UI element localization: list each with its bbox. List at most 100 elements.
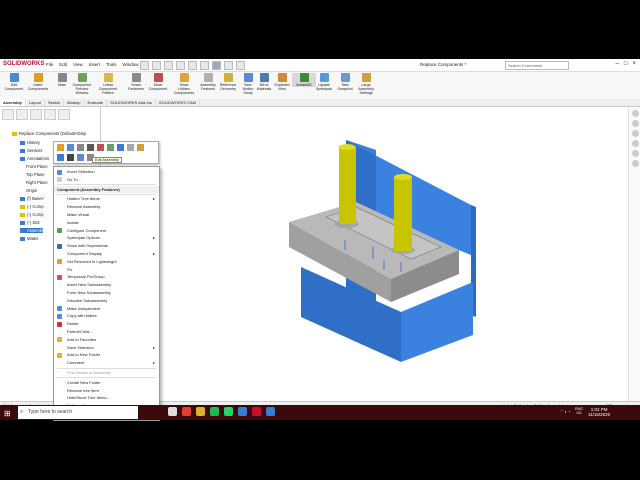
tree-item-origin[interactable]: Origin [26,188,37,193]
tree-item-right-plane[interactable]: Right Plane [26,180,48,185]
new-icon[interactable] [152,61,161,70]
tree-root[interactable]: Replace Components (Default<Disp [12,131,86,136]
tab-markup[interactable]: Markup [64,99,85,106]
cam-icon[interactable] [266,407,275,416]
transparency-icon[interactable] [77,144,84,151]
appearance-icon[interactable] [137,144,144,151]
minimize-button[interactable]: – [616,61,619,67]
tree-item-history[interactable]: History [20,140,40,145]
zoom-selection-icon[interactable] [127,144,134,151]
taskbar-search-input[interactable]: ⌕ Type here to search [18,406,138,419]
change-transparency-icon[interactable] [87,144,94,151]
config-tab-icon[interactable] [30,109,42,120]
tab-sketch[interactable]: Sketch [45,99,65,106]
tool-large-assembly-settings[interactable]: Large Assembly Settings [354,73,378,95]
menu-item-rename-tree-item[interactable]: Rename tree item [54,387,159,395]
tree-item-sensors[interactable]: Sensors [20,148,42,153]
menu-view[interactable]: View [73,62,83,67]
options-icon[interactable] [236,61,245,70]
mail-icon[interactable] [238,407,247,416]
menu-item-set-resolved-to-lightweight[interactable]: Set Resolved to Lightweight [54,258,159,266]
menu-item-copy-with-mates[interactable]: Copy with Mates [54,312,159,320]
pin-left-top[interactable] [338,144,356,150]
language-indicator[interactable]: ENG US [573,407,585,415]
menu-file[interactable]: File [46,62,53,67]
pin-right[interactable] [394,177,412,251]
dimxpert-tab-icon[interactable] [44,109,56,120]
resources-icon[interactable] [631,110,639,117]
print-icon[interactable] [188,61,197,70]
display-tab-icon[interactable] [58,109,70,120]
menu-item-save-selection[interactable]: Save Selection ▸ [54,344,159,352]
whatsapp-icon[interactable] [224,407,233,416]
tool-show-hidden-components[interactable]: Show Hidden Components [172,73,196,95]
menu-item-component-display[interactable]: Component Display ▸ [54,250,159,258]
menu-edit[interactable]: Edit [59,62,67,67]
tree-item-base[interactable]: (f) Base< [20,196,44,201]
home-icon[interactable] [140,61,149,70]
menu-item-hide-show-tree-items[interactable]: Hide/Show Tree Items... [54,394,159,402]
menu-item-insert-new-subassembly[interactable]: Insert New Subassembly [54,281,159,289]
menu-insert[interactable]: Insert [89,62,100,67]
tool-move-component[interactable]: Move Component [146,73,170,91]
rebuild-icon[interactable] [224,61,233,70]
tool-smart-fasteners[interactable]: Smart Fasteners [124,73,148,91]
tab-layout[interactable]: Layout [26,99,45,106]
open-part-icon[interactable] [117,144,124,151]
menu-item-hidden-tree-items[interactable]: Hidden Tree Items ▸ [54,195,159,203]
custom-properties-icon[interactable] [631,160,639,167]
mate-icon[interactable] [97,144,104,151]
tab-assembly[interactable]: Assembly [0,99,26,106]
tree-item-mates[interactable]: Mates [20,236,38,241]
hide-icon[interactable] [67,144,74,151]
feature-tree-tab-icon[interactable] [2,109,14,120]
tab-evaluate[interactable]: Evaluate [85,99,108,106]
menu-item-create-new-folder[interactable]: Create New Folder [54,379,159,387]
windows-start-icon[interactable]: ⊞ [4,409,11,418]
menu-item-rename-assembly[interactable]: Rename Assembly [54,203,159,211]
pin-left[interactable] [339,147,356,224]
menu-item-invert-selection[interactable]: Invert Selection [54,168,159,176]
tree-item-comp2[interactable]: (-) Comp [20,212,44,217]
maximize-button[interactable]: □ [624,61,628,67]
menu-item-delete[interactable]: Delete [54,320,159,328]
spotify-icon[interactable] [210,407,219,416]
task-view-icon[interactable] [168,407,177,416]
select-icon[interactable] [212,61,221,70]
pin-right-top[interactable] [394,174,412,180]
appearances-icon[interactable] [631,150,639,157]
tree-item-comp1[interactable]: (-) Comp [20,204,44,209]
isolate-icon[interactable] [67,154,74,161]
graphics-area[interactable] [101,107,627,402]
menu-item-isolate[interactable]: Isolate [54,219,159,227]
tree-item-top-plane[interactable]: Top Plane [26,172,45,177]
menu-item-fix[interactable]: Fix [54,266,159,274]
tree-item-assembly-selected[interactable]: Assembl [20,228,44,233]
save-icon[interactable] [176,61,185,70]
menu-item-temporary-fix-group[interactable]: Temporary Fix/Group [54,273,159,281]
menu-item-dissolve-subassembly[interactable]: Dissolve Subassembly [54,297,159,305]
file-explorer-icon[interactable] [631,130,639,137]
tab-addins[interactable]: SOLIDWORKS Add-Ins [107,99,156,106]
menu-tools[interactable]: Tools [106,62,117,67]
tool-component-preview-window[interactable]: Component Preview Window [70,73,94,95]
menu-item-comment[interactable]: Comment ▸ [54,359,159,367]
menu-item-speedpak-options[interactable]: Speedpak Options ▸ [54,234,159,242]
menu-window[interactable]: Window [123,62,139,67]
menu-item-configure-component[interactable]: Configure Component [54,227,159,235]
tool-insert-components[interactable]: Insert Components [26,73,50,91]
menu-item-add-to-favorites[interactable]: Add to Favorites [54,336,159,344]
property-tab-icon[interactable] [16,109,28,120]
view-palette-icon[interactable] [631,140,639,147]
menu-item-show-with-dependents[interactable]: Show with Dependents [54,242,159,250]
view-mates-icon[interactable] [107,144,114,151]
explorer-icon[interactable] [196,407,205,416]
tree-item-front-plane[interactable]: Front Plane [26,164,48,169]
tool-linear-component-pattern[interactable]: Linear Component Pattern [96,73,120,95]
tool-edit-component[interactable]: Edit Component [2,73,26,91]
edit-part-icon[interactable] [57,144,64,151]
menu-item-add-to-new-folder[interactable]: Add to New Folder [54,351,159,359]
menu-item-make-independent[interactable]: Make Independent [54,305,159,313]
menu-item-make-virtual[interactable]: Make Virtual [54,211,159,219]
menu-item-go-to[interactable]: Go To... [54,176,159,184]
